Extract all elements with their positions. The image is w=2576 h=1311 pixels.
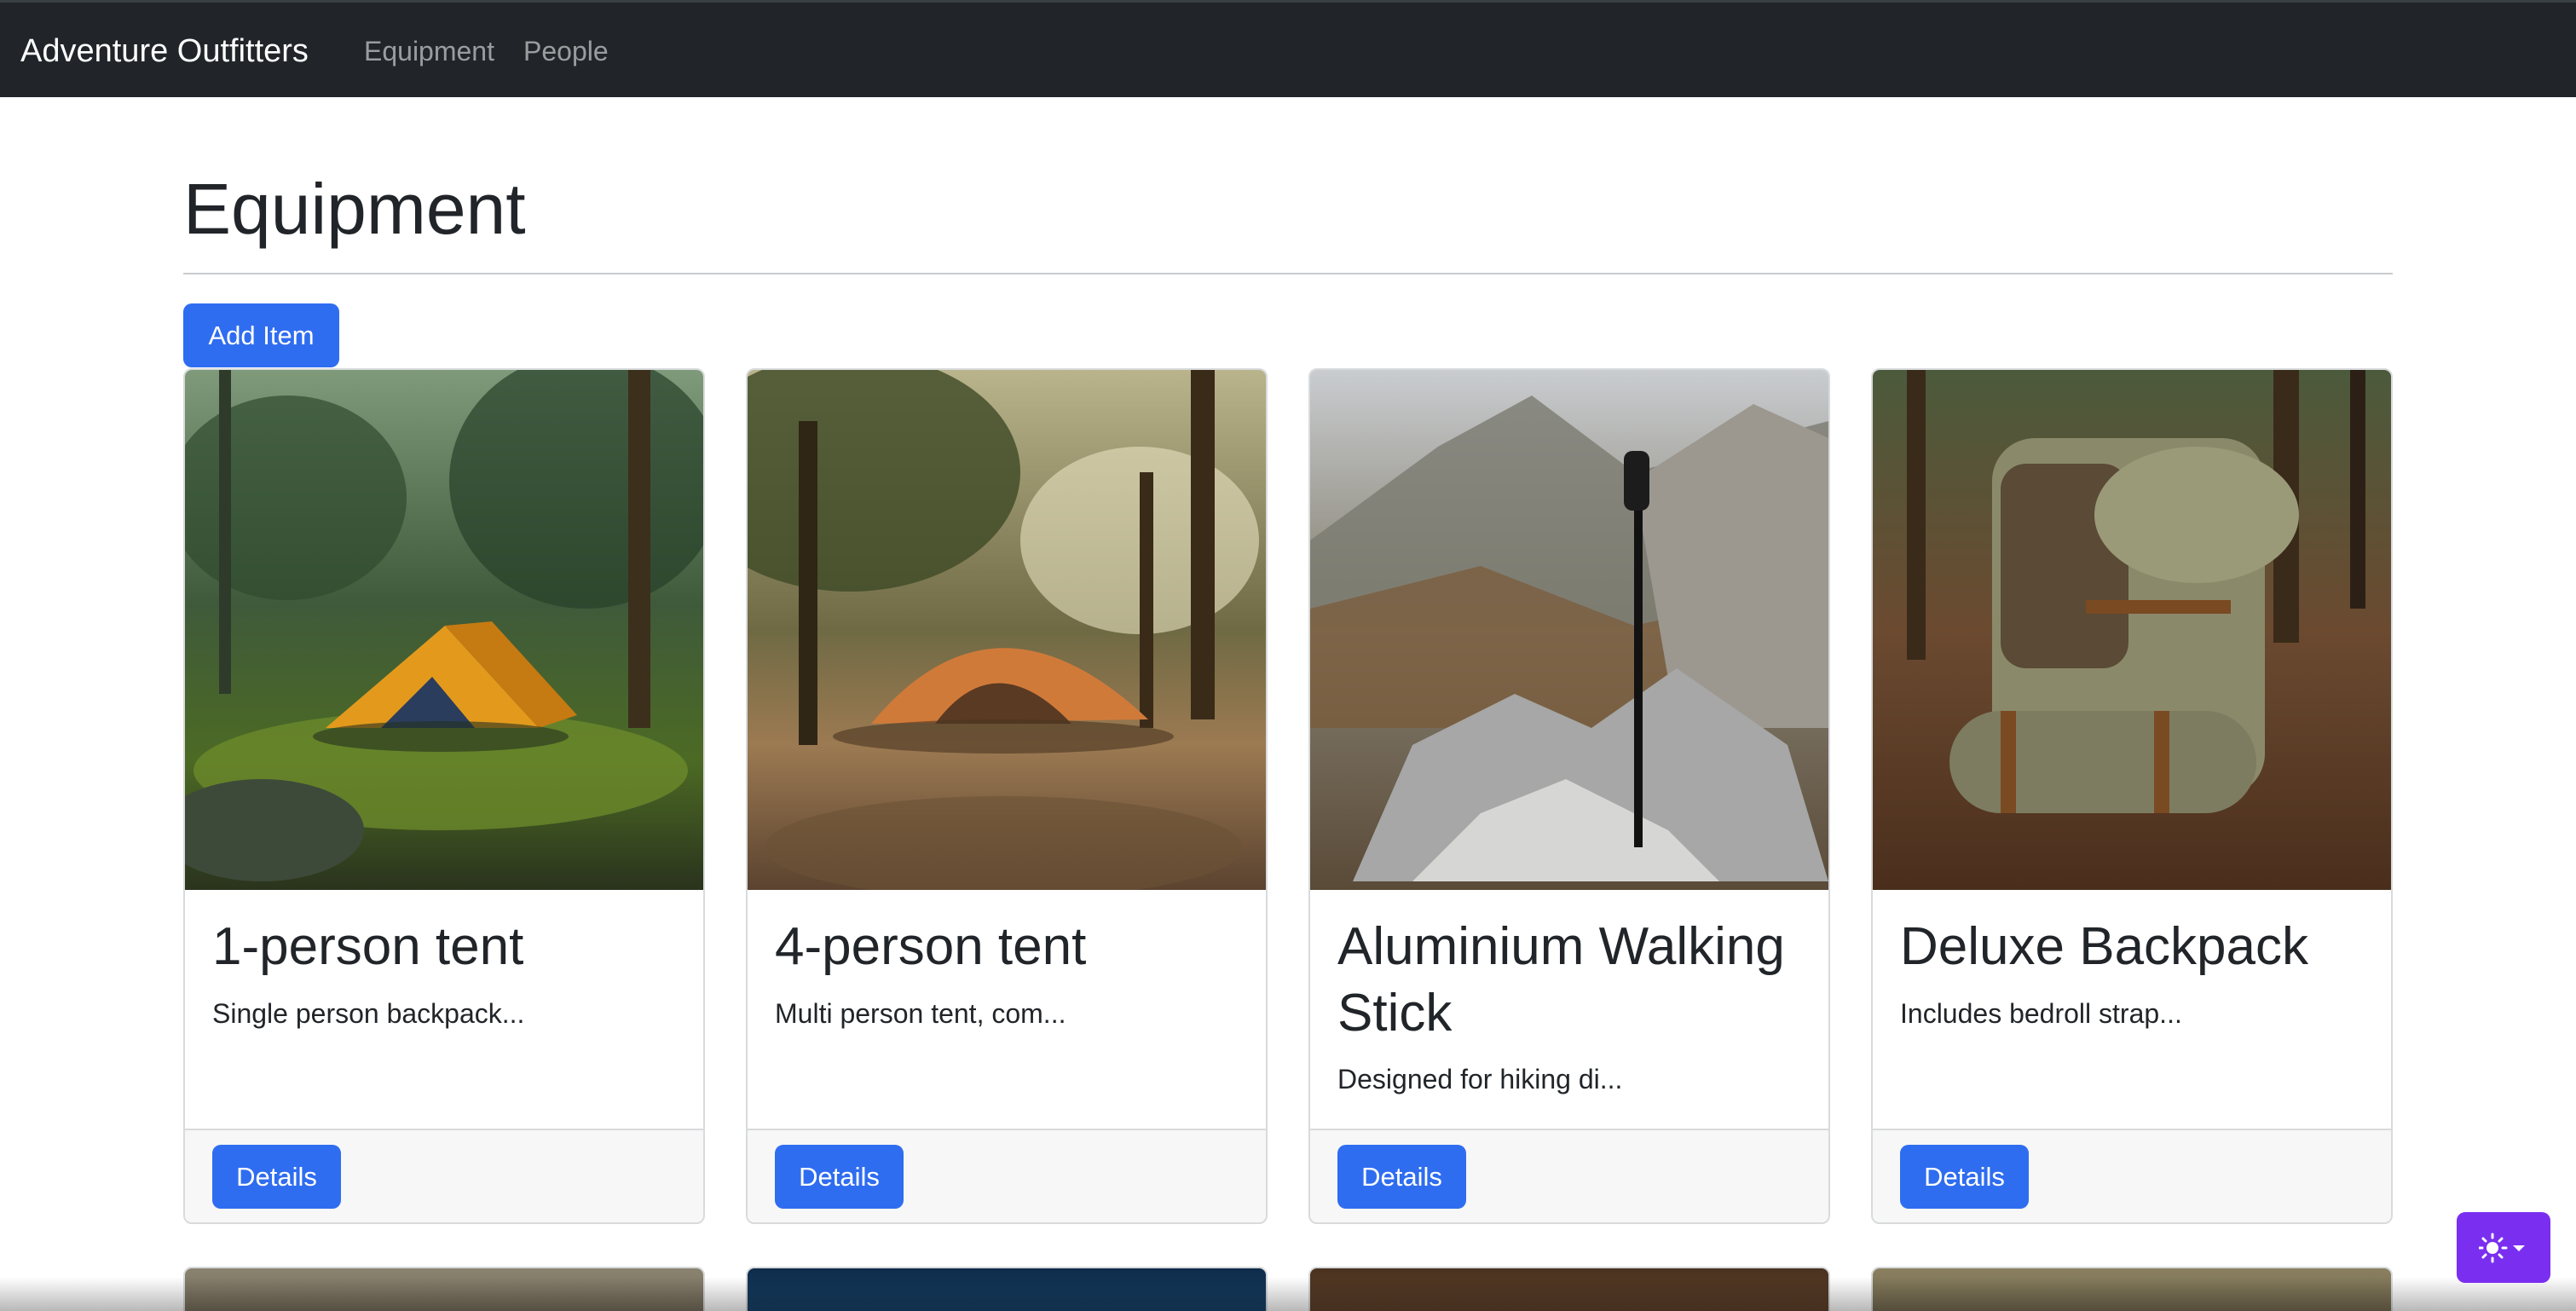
brand-link[interactable]: Adventure Outfitters bbox=[20, 3, 309, 100]
card-footer: Details bbox=[748, 1129, 1266, 1222]
card-description: Designed for hiking di... bbox=[1337, 1064, 1623, 1094]
nav-link-equipment[interactable]: Equipment bbox=[364, 3, 494, 100]
equipment-card-partial bbox=[1871, 1267, 2393, 1311]
theme-toggle-button[interactable] bbox=[2457, 1212, 2550, 1283]
equipment-card: 4-person tent Multi person tent, com... … bbox=[746, 368, 1268, 1224]
title-divider bbox=[183, 273, 2393, 274]
card-title: 4-person tent bbox=[775, 917, 1087, 976]
details-button[interactable]: Details bbox=[212, 1145, 341, 1209]
details-button[interactable]: Details bbox=[1900, 1145, 2029, 1209]
card-description: Includes bedroll strap... bbox=[1900, 998, 2182, 1029]
card-title: Aluminium Walking Stick bbox=[1337, 917, 1785, 1042]
card-title: 1-person tent bbox=[212, 917, 524, 976]
card-footer: Details bbox=[1873, 1129, 2391, 1222]
equipment-card: Aluminium Walking Stick Designed for hik… bbox=[1308, 368, 1830, 1224]
dome-tent-pines-image bbox=[748, 370, 1266, 890]
details-button[interactable]: Details bbox=[1337, 1145, 1466, 1209]
equipment-card: Deluxe Backpack Includes bedroll strap..… bbox=[1871, 368, 2393, 1224]
card-footer: Details bbox=[1310, 1129, 1828, 1222]
equipment-card: 1-person tent Single person backpack... … bbox=[183, 368, 705, 1224]
nav-link-people[interactable]: People bbox=[523, 3, 609, 100]
orange-tent-forest-image bbox=[185, 370, 703, 890]
card-description: Multi person tent, com... bbox=[775, 998, 1066, 1029]
top-navbar: Adventure Outfitters Equipment People bbox=[0, 0, 2576, 97]
sun-icon bbox=[2479, 1233, 2525, 1263]
backpack-forest-image bbox=[1873, 370, 2391, 890]
details-button[interactable]: Details bbox=[775, 1145, 904, 1209]
equipment-card-partial bbox=[746, 1267, 1268, 1311]
card-footer: Details bbox=[185, 1129, 703, 1222]
page-title: Equipment bbox=[183, 169, 526, 249]
card-description: Single person backpack... bbox=[212, 998, 525, 1029]
chevron-down-icon bbox=[2513, 1245, 2525, 1251]
card-title: Deluxe Backpack bbox=[1900, 917, 2309, 976]
add-item-button[interactable]: Add Item bbox=[183, 303, 339, 367]
equipment-card-partial bbox=[183, 1267, 705, 1311]
equipment-card-partial bbox=[1308, 1267, 1830, 1311]
walking-stick-mountain-image bbox=[1310, 370, 1828, 890]
